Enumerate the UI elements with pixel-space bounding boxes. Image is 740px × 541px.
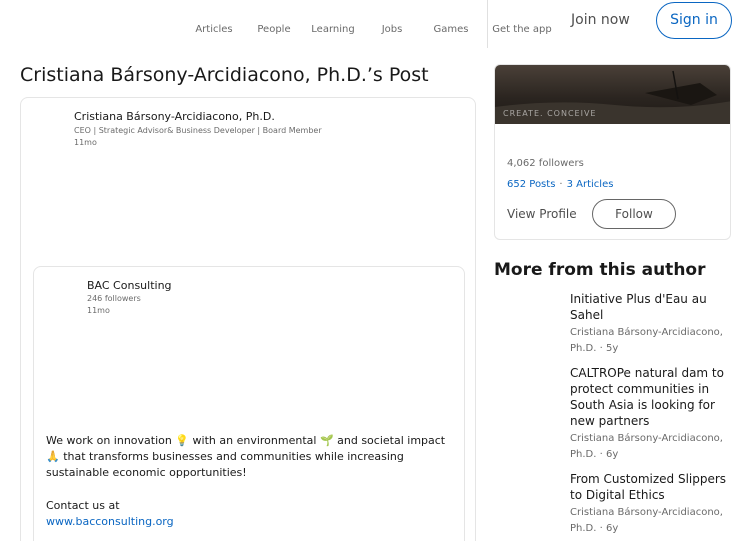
nav-jobs[interactable]: Jobs bbox=[362, 10, 422, 50]
more-article-author: Cristiana Bársony-Arcidiacono, Ph.D. bbox=[570, 433, 723, 460]
nav-games-label: Games bbox=[433, 24, 469, 35]
post-card: Cristiana Bársony-Arcidiacono, Ph.D. CEO… bbox=[20, 97, 476, 541]
sign-in-button[interactable]: Sign in bbox=[656, 2, 732, 39]
company-followers: 246 followers bbox=[87, 294, 141, 303]
more-from-author-title: More from this author bbox=[494, 260, 706, 280]
author-profile-card: CREATE. CONCEIVE 4,062 followers 652 Pos… bbox=[494, 64, 731, 240]
more-article-author: Cristiana Bársony-Arcidiacono, Ph.D. bbox=[570, 327, 723, 354]
more-article-age: 6y bbox=[605, 449, 619, 460]
nav-games[interactable]: Games bbox=[421, 10, 481, 50]
more-article-age: 5y bbox=[605, 343, 619, 354]
follow-button[interactable]: Follow bbox=[592, 199, 676, 229]
more-article-item[interactable]: Initiative Plus d'Eau au Sahel Cristiana… bbox=[570, 291, 730, 357]
nav-learning-label: Learning bbox=[311, 24, 355, 35]
post-author-headline: CEO | Strategic Advisor& Business Develo… bbox=[74, 126, 322, 135]
separator-dot: · bbox=[559, 179, 563, 190]
company-post-time: 11mo bbox=[87, 306, 110, 315]
articles-link[interactable]: 3 Articles bbox=[567, 179, 614, 190]
more-article-title[interactable]: From Customized Slippers to Digital Ethi… bbox=[570, 471, 730, 503]
nav-jobs-label: Jobs bbox=[381, 24, 403, 35]
page-title: Cristiana Bársony-Arcidiacono, Ph.D.’s P… bbox=[20, 64, 429, 86]
nav-divider bbox=[487, 0, 488, 48]
more-article-title[interactable]: Initiative Plus d'Eau au Sahel bbox=[570, 291, 730, 323]
top-nav: Articles People Learning Jobs Games Get … bbox=[0, 0, 740, 56]
company-post-text: We work on innovation 💡 with an environm… bbox=[46, 434, 446, 479]
join-now-link[interactable]: Join now bbox=[571, 12, 630, 28]
nav-people-label: People bbox=[257, 24, 291, 35]
profile-banner-image: CREATE. CONCEIVE bbox=[495, 65, 730, 124]
more-article-item[interactable]: CALTROPe natural dam to protect communit… bbox=[570, 365, 730, 463]
more-article-meta: Cristiana Bársony-Arcidiacono, Ph.D. · 6… bbox=[570, 507, 723, 534]
more-article-meta: Cristiana Bársony-Arcidiacono, Ph.D. · 5… bbox=[570, 327, 723, 354]
more-article-title[interactable]: CALTROPe natural dam to protect communit… bbox=[570, 365, 730, 429]
more-article-age: 6y bbox=[605, 523, 619, 534]
posts-articles-row: 652 Posts · 3 Articles bbox=[507, 179, 613, 190]
contact-text: Contact us at bbox=[46, 499, 120, 512]
profile-followers: 4,062 followers bbox=[507, 158, 584, 169]
post-time: 11mo bbox=[74, 138, 97, 147]
view-profile-link[interactable]: View Profile bbox=[507, 207, 577, 221]
nav-people[interactable]: People bbox=[244, 10, 304, 50]
nav-articles-label: Articles bbox=[195, 24, 233, 35]
reshared-company-post: BAC Consulting 246 followers 11mo We wor… bbox=[33, 266, 465, 541]
website-link[interactable]: www.bacconsulting.org bbox=[46, 515, 174, 528]
nav-learning[interactable]: Learning bbox=[303, 10, 363, 50]
post-author-name[interactable]: Cristiana Bársony-Arcidiacono, Ph.D. bbox=[74, 110, 275, 123]
company-name[interactable]: BAC Consulting bbox=[87, 279, 172, 292]
posts-link[interactable]: 652 Posts bbox=[507, 179, 555, 190]
more-article-author: Cristiana Bársony-Arcidiacono, Ph.D. bbox=[570, 507, 723, 534]
more-article-item[interactable]: From Customized Slippers to Digital Ethi… bbox=[570, 471, 730, 537]
get-the-app-link[interactable]: Get the app bbox=[490, 24, 554, 35]
banner-text: CREATE. CONCEIVE bbox=[503, 109, 597, 118]
nav-articles[interactable]: Articles bbox=[184, 10, 244, 50]
more-article-meta: Cristiana Bársony-Arcidiacono, Ph.D. · 6… bbox=[570, 433, 723, 460]
